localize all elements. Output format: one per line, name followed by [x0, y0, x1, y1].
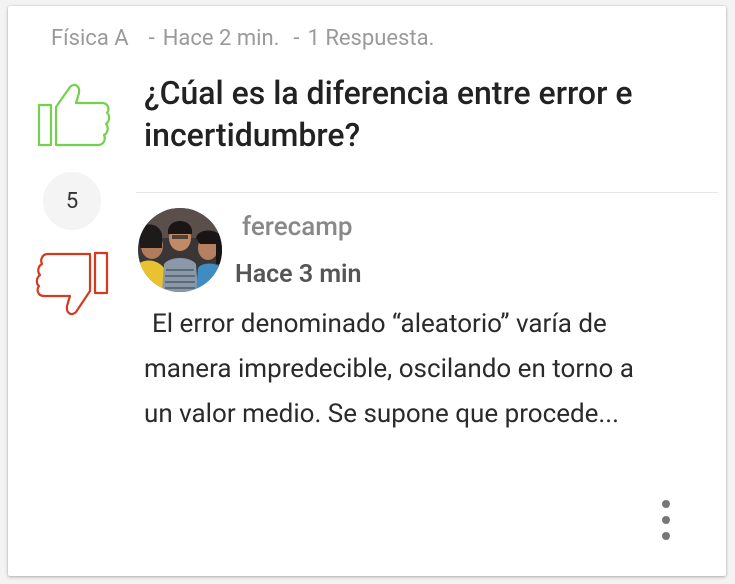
more-vertical-icon[interactable]	[656, 500, 676, 540]
avatar[interactable]	[138, 208, 222, 292]
thumbs-down-icon[interactable]	[34, 250, 110, 320]
vote-count-badge: 5	[43, 172, 101, 230]
more-dot	[662, 500, 670, 508]
question-card[interactable]: Física A - Hace 2 min. -1 Respuesta. 5 ¿Cúa…	[8, 6, 726, 576]
question-meta: Física A - Hace 2 min. -1 Respuesta.	[51, 26, 434, 51]
vote-count: 5	[65, 188, 79, 214]
answer-line: un valor medio. Se supone que procede...	[144, 399, 619, 429]
more-dot	[662, 532, 670, 540]
meta-separator: -	[148, 26, 155, 51]
divider	[136, 192, 718, 193]
posted-time: Hace 2 min.	[162, 26, 280, 51]
subject-label: Física A	[51, 26, 129, 51]
answer-username[interactable]: ferecamp	[242, 212, 353, 242]
answer-line: manera impredecible, oscilando en torno …	[144, 354, 634, 384]
answer-line: El error denominado “aleatorio” varía de	[152, 309, 607, 339]
answer-preview[interactable]: El error denominado “aleatorio” varía de…	[144, 302, 692, 437]
meta-separator: -	[293, 26, 300, 51]
avatar-photo	[138, 208, 222, 292]
response-count: 1 Respuesta.	[307, 26, 435, 51]
answer-time: Hace 3 min	[235, 260, 362, 289]
question-title[interactable]: ¿Cúal es la diferencia entre error e inc…	[144, 72, 714, 156]
more-dot	[662, 516, 670, 524]
thumbs-up-icon[interactable]	[36, 81, 112, 149]
